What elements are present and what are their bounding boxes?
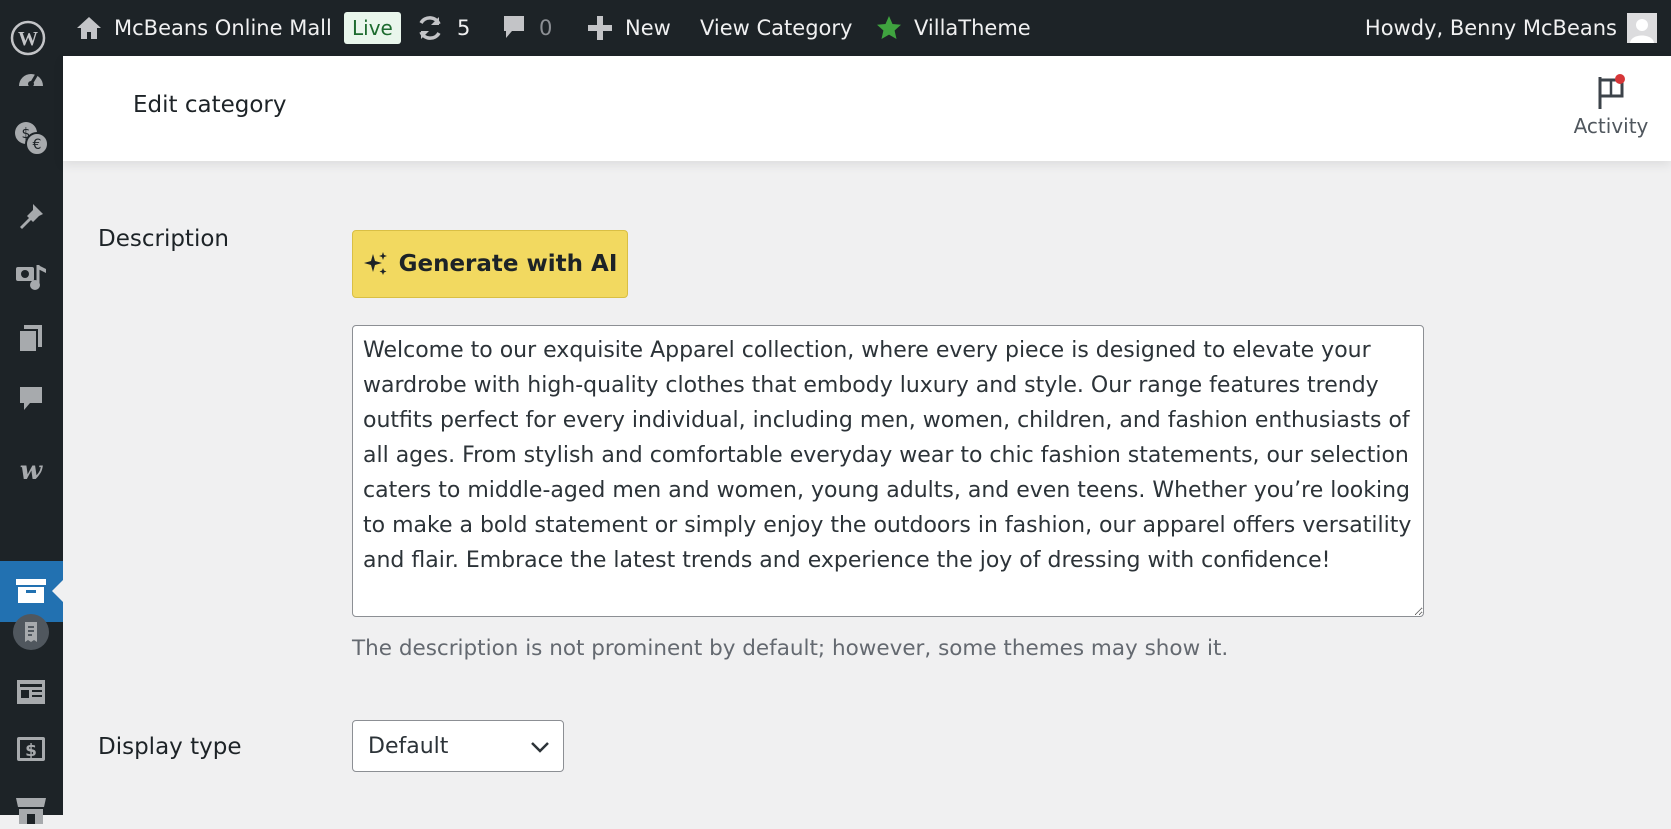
- dollar-icon[interactable]: $: [12, 730, 50, 768]
- admin-sidebar: $ € w $: [0, 56, 63, 824]
- howdy-text: Howdy, Benny McBeans: [1364, 16, 1617, 40]
- svg-text:W: W: [18, 28, 38, 50]
- activity-button[interactable]: Activity: [1571, 72, 1651, 138]
- receipt-circle-icon[interactable]: [12, 613, 50, 651]
- description-textarea[interactable]: Welcome to our exquisite Apparel collect…: [352, 325, 1424, 617]
- comment-bubble-icon: [501, 14, 527, 42]
- site-name-label: McBeans Online Mall: [114, 16, 332, 40]
- activity-label: Activity: [1573, 114, 1649, 138]
- home-icon: [76, 15, 102, 41]
- sparkles-icon: [363, 251, 389, 277]
- display-type-value: Default: [368, 733, 449, 759]
- generate-ai-button[interactable]: Generate with AI: [352, 230, 628, 298]
- receipt-icon-2: [12, 574, 50, 612]
- new-label: New: [625, 16, 671, 40]
- villatheme-link[interactable]: VillaTheme: [876, 0, 1031, 56]
- svg-text:w: w: [20, 457, 44, 483]
- admin-bar: W McBeans Online Mall Live 5 0 New View …: [0, 0, 1671, 56]
- site-name-link[interactable]: McBeans Online Mall: [76, 0, 332, 56]
- updates-link[interactable]: 5: [415, 0, 470, 56]
- currency-icon[interactable]: $ €: [12, 119, 50, 157]
- woo-icon[interactable]: w: [12, 451, 50, 489]
- display-type-label: Display type: [98, 734, 242, 760]
- refresh-icon: [415, 13, 445, 43]
- description-label: Description: [98, 226, 229, 252]
- live-badge: Live: [344, 12, 401, 44]
- updates-count: 5: [457, 16, 471, 40]
- description-help-text: The description is not prominent by defa…: [352, 636, 1229, 661]
- avatar: [1627, 13, 1657, 43]
- store-icon[interactable]: [12, 791, 50, 829]
- media-icon[interactable]: [12, 258, 50, 296]
- villatheme-label: VillaTheme: [914, 16, 1031, 40]
- dashboard-icon[interactable]: [12, 60, 50, 98]
- new-content-link[interactable]: New: [587, 0, 671, 56]
- user-account-menu[interactable]: Howdy, Benny McBeans: [1365, 0, 1657, 56]
- comments-icon[interactable]: [12, 380, 50, 418]
- page-header: Edit category Activity: [63, 56, 1671, 161]
- comments-count: 0: [539, 16, 553, 40]
- flag-icon: [1571, 72, 1651, 114]
- pages-icon[interactable]: [12, 320, 50, 358]
- pin-icon[interactable]: [12, 197, 50, 235]
- plus-icon: [587, 15, 613, 41]
- chevron-down-icon: [529, 737, 551, 763]
- generate-ai-label: Generate with AI: [398, 251, 618, 277]
- notification-dot: [1615, 74, 1625, 84]
- svg-text:€: €: [33, 137, 42, 153]
- star-icon: [876, 15, 902, 41]
- display-type-select[interactable]: Default: [352, 720, 564, 772]
- layout-icon[interactable]: [12, 673, 50, 711]
- current-item-arrow: [52, 580, 63, 602]
- comments-link[interactable]: 0: [501, 0, 552, 56]
- svg-text:$: $: [25, 741, 37, 761]
- view-category-link[interactable]: View Category: [700, 0, 852, 56]
- page-title: Edit category: [133, 92, 287, 118]
